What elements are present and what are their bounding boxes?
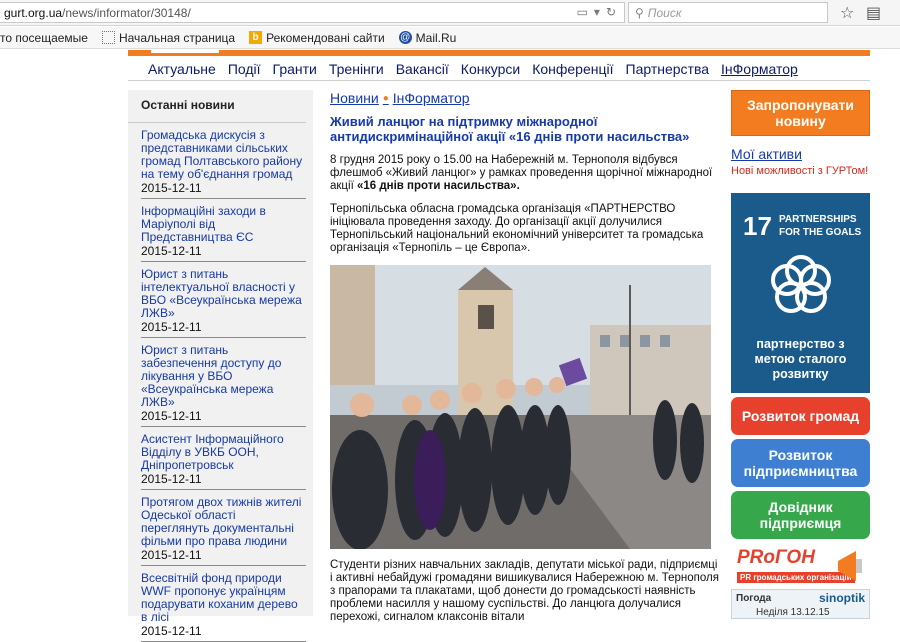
nav-item-informator[interactable]: ІнФорматор [721, 61, 798, 77]
search-input[interactable]: ⚲ Поиск [628, 2, 828, 23]
breadcrumb-informator[interactable]: ІнФорматор [393, 90, 470, 106]
url-host: gurt.org.ua [4, 5, 63, 20]
news-date: 2015-12-11 [141, 472, 202, 486]
search-icon: ⚲ [635, 5, 644, 20]
active-tab-notch [150, 50, 220, 54]
business-development-button[interactable]: Розвиток підприємництва [731, 439, 870, 487]
weather-brand: sinoptik [818, 591, 865, 605]
bookmark-recommended[interactable]: b Рекомендовані сайти [249, 31, 385, 45]
url-bar[interactable]: gurt.org.ua/news/informator/30148/ ▭ ▾ ↻ [0, 2, 625, 23]
news-link[interactable]: Інформаційні заходи в Маріуполі від Пред… [141, 205, 306, 244]
url-tools: ▭ ▾ ↻ [577, 5, 616, 19]
nav-item[interactable]: Партнерства [626, 61, 710, 77]
communities-development-button[interactable]: Розвиток громад [731, 397, 870, 435]
list-item: Всесвітній фонд природи WWF пропонує укр… [141, 566, 306, 642]
nav-item[interactable]: Тренінги [329, 61, 384, 77]
reader-view-icon[interactable]: ▭ [577, 5, 588, 19]
nav-item[interactable]: Події [228, 61, 261, 77]
page-icon [101, 31, 115, 44]
sdg-banner[interactable]: 17 PARTNERSHIPS FOR THE GOALS партнерств… [731, 193, 870, 393]
news-link[interactable]: Протягом двох тижнів жителі Одеської обл… [141, 496, 306, 548]
new-opportunities-link[interactable]: Нові можливості з ГУРТом! [731, 165, 870, 178]
news-link[interactable]: Громадська дискусія з представниками сіл… [141, 129, 306, 181]
news-link[interactable]: Всесвітній фонд природи WWF пропонує укр… [141, 572, 306, 624]
news-link[interactable]: Юрист з питань інтелектуальної власності… [141, 268, 306, 320]
sdg-number: 17 [743, 211, 772, 241]
latest-news-sidebar: Останні новини Громадська дискусія з пре… [128, 90, 313, 642]
bookmark-home[interactable]: Начальная страница [101, 31, 235, 45]
news-link[interactable]: Юрист з питань забезпечення доступу до л… [141, 344, 306, 409]
news-date: 2015-12-11 [141, 320, 202, 334]
bookmark-mailru[interactable]: @ Mail.Ru [398, 31, 456, 45]
sidebar-title: Останні новини [128, 90, 306, 123]
nav-item[interactable]: Конкурси [461, 61, 520, 77]
news-date: 2015-12-11 [141, 244, 202, 258]
weather-label: Погода [736, 593, 772, 604]
progon-logo: PRоГОН [737, 547, 815, 568]
sdg-title: PARTNERSHIPS FOR THE GOALS [779, 214, 862, 238]
nav-item[interactable]: Актуальне [148, 61, 216, 77]
main-nav: Актуальне Події Гранти Тренінги Вакансії… [128, 57, 870, 81]
article-photo [330, 265, 711, 549]
bookmark-star-icon[interactable]: ☆ [840, 3, 854, 23]
news-link[interactable]: Асистент Інформаційного Відділу в УВКБ О… [141, 433, 306, 472]
reload-icon[interactable]: ↻ [606, 5, 616, 19]
reading-list-icon[interactable]: ▤ [866, 3, 881, 23]
my-assets-link[interactable]: Мої активи [731, 146, 870, 162]
article-paragraph: Тернопільська обласна громадська організ… [330, 203, 704, 254]
megaphone-icon [838, 551, 862, 581]
article-paragraph: Студенти різних навчальних закладів, деп… [330, 559, 719, 623]
bookmark-most-visited[interactable]: то посещаемые [0, 31, 88, 45]
bullet-icon: ● [382, 93, 389, 104]
news-date: 2015-12-11 [141, 548, 202, 562]
news-date: 2015-12-11 [141, 624, 202, 638]
breadcrumb: Новини ● ІнФорматор [330, 90, 720, 106]
list-item: Юрист з питань інтелектуальної власності… [141, 262, 306, 338]
url-path: /news/informator/30148/ [62, 5, 191, 20]
list-item: Юрист з питань забезпечення доступу до л… [141, 338, 306, 427]
sdg-rings-icon [771, 255, 831, 313]
list-item: Асистент Інформаційного Відділу в УВКБ О… [141, 427, 306, 490]
news-date: 2015-12-11 [141, 181, 202, 195]
news-date: 2015-12-11 [141, 409, 202, 423]
mailru-icon: @ [398, 31, 412, 44]
nav-item[interactable]: Гранти [273, 61, 317, 77]
list-item: Протягом двох тижнів жителі Одеської обл… [141, 490, 306, 566]
bookmarks-bar: то посещаемые Начальная страница b Рекоме… [0, 27, 900, 49]
weather-widget[interactable]: Погода sinoptik Неділя 13.12.15 [731, 589, 870, 619]
header-strip [0, 50, 900, 56]
list-item: Інформаційні заходи в Маріуполі від Пред… [141, 199, 306, 262]
article-lead: 8 грудня 2015 року о 15.00 на Набережній… [330, 154, 713, 192]
photo-illustration [330, 265, 711, 549]
nav-item[interactable]: Конференції [532, 61, 613, 77]
dropdown-arrow-icon[interactable]: ▾ [594, 5, 600, 19]
article-title: Живий ланцюг на підтримку міжнародної ан… [330, 114, 690, 144]
sdg-caption: партнерство з метою сталого розвитку [754, 337, 847, 381]
bing-icon: b [249, 31, 263, 44]
right-column: Запропонувати новину Мої активи Нові мож… [731, 90, 870, 619]
article: Новини ● ІнФорматор Живий ланцюг на підтри… [330, 90, 720, 624]
entrepreneur-directory-button[interactable]: Довідник підприємця [731, 491, 870, 539]
progon-banner[interactable]: PRоГОН PR громадських організацій [731, 545, 870, 587]
browser-toolbar: gurt.org.ua/news/informator/30148/ ▭ ▾ ↻… [0, 0, 900, 26]
nav-item[interactable]: Вакансії [396, 61, 449, 77]
breadcrumb-news[interactable]: Новини [330, 90, 379, 106]
list-item: Громадська дискусія з представниками сіл… [141, 123, 306, 199]
search-placeholder: Поиск [647, 5, 682, 20]
weather-date: Неділя 13.12.15 [756, 607, 830, 618]
propose-news-button[interactable]: Запропонувати новину [731, 90, 870, 136]
